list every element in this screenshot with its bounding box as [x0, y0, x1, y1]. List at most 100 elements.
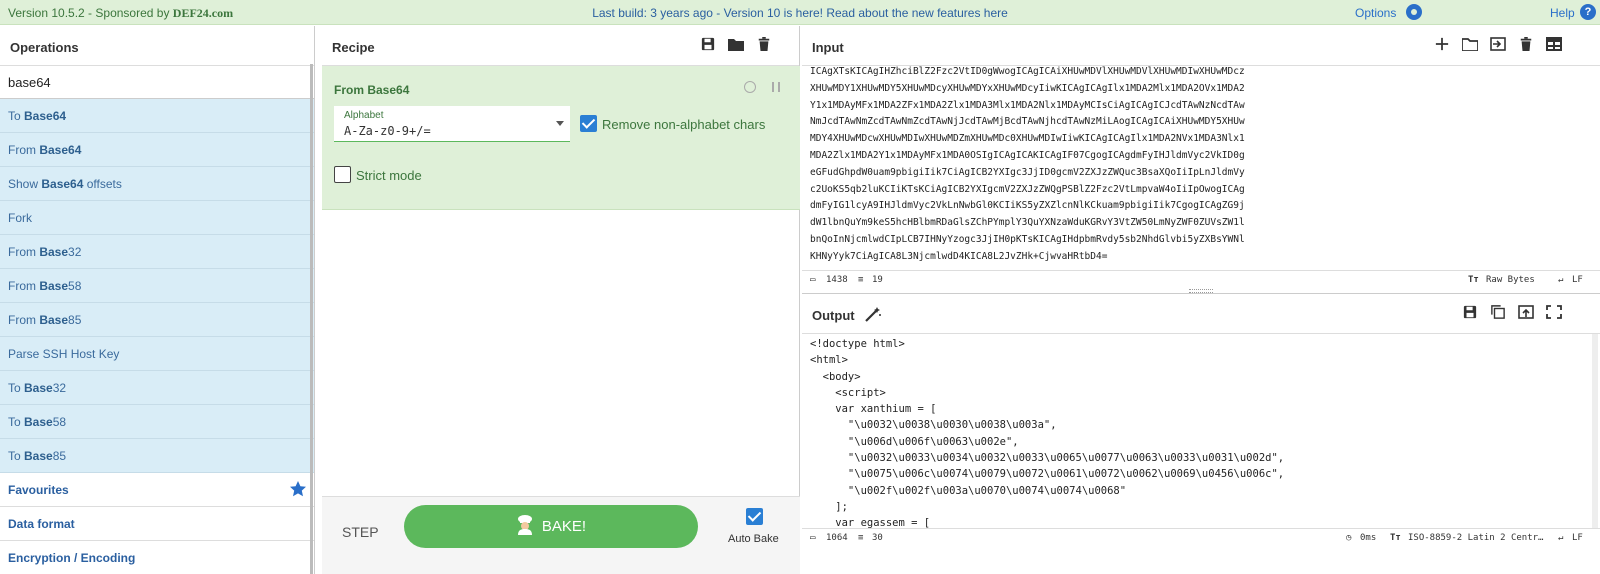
- operation-item[interactable]: From Base32: [0, 235, 314, 269]
- trash-icon[interactable]: [1518, 37, 1534, 51]
- text-format-icon[interactable]: Tт: [1468, 275, 1479, 285]
- operation-item-suffix: 58: [52, 415, 67, 429]
- step-button[interactable]: STEP: [342, 524, 379, 540]
- alphabet-value: A-Za-z0-9+/=: [344, 124, 431, 138]
- input-line-count: 19: [872, 275, 883, 285]
- input-panel: Input ICAgXTsKICAgIHZhciBlZ2Fzc2VtID0gWw…: [802, 26, 1600, 288]
- import-icon[interactable]: [1490, 37, 1506, 51]
- recipe-panel: Recipe From Base64 Alphabet A-Za-z0-9+/=…: [322, 26, 800, 574]
- output-textarea[interactable]: <!doctype html> <html> <body> <script> va…: [810, 336, 1600, 531]
- operation-item-match: Base64: [41, 177, 84, 191]
- line-count-icon: ≡: [858, 275, 864, 285]
- operation-item-match: Base64: [24, 109, 67, 123]
- output-scrollbar[interactable]: [1592, 334, 1598, 534]
- operation-item-suffix: 32: [52, 381, 67, 395]
- star-icon[interactable]: [290, 481, 306, 497]
- layout-icon[interactable]: [1546, 37, 1562, 51]
- input-line: MDY4XHUwMDcwXHUwMDIwXHUwMDZmXHUwMDc0XHUw…: [810, 133, 1245, 145]
- category-label: Favourites: [8, 483, 69, 497]
- input-line: dW1lbnQuYm9keS5hcHBlbmRDaGlsZChPYmplY3Qu…: [810, 217, 1245, 229]
- bake-label: BAKE!: [541, 518, 587, 535]
- operation-item[interactable]: Fork: [0, 201, 314, 235]
- input-line: c2UoKS5qb2luKCIiKTsKCiAgICB2YXIgcmV2ZXJz…: [810, 183, 1245, 195]
- category-encryption-encoding[interactable]: Encryption / Encoding: [0, 541, 314, 574]
- input-line: NmJcdTAwNmZcdTAwNmZcdTAwNjJcdTAwMjBcdTAw…: [810, 116, 1245, 128]
- maximize-icon[interactable]: [1546, 305, 1562, 319]
- operations-results: To Base64 From Base64 Show Base64 offsets F…: [0, 99, 314, 473]
- operation-item[interactable]: To Base32: [0, 371, 314, 405]
- operation-item[interactable]: Show Base64 offsets: [0, 167, 314, 201]
- category-favourites[interactable]: Favourites: [0, 473, 314, 507]
- disable-icon[interactable]: [744, 81, 756, 93]
- operation-item-suffix: 85: [68, 313, 82, 327]
- plus-icon[interactable]: [1434, 37, 1450, 51]
- output-eol[interactable]: LF: [1572, 533, 1583, 543]
- strict-mode-label: Strict mode: [356, 168, 422, 183]
- trash-icon[interactable]: [756, 37, 772, 51]
- operations-panel: Operations base64 To Base64 From Base64 Sh…: [0, 26, 315, 574]
- output-title-label: Output: [812, 308, 855, 323]
- input-textarea[interactable]: ICAgXTsKICAgIHZhciBlZ2Fzc2VtID0gWwogICAg…: [810, 64, 1600, 292]
- operations-scrollbar[interactable]: [310, 64, 313, 574]
- copy-icon[interactable]: [1490, 305, 1506, 319]
- input-line: KHNyYyk7CiAgICA8L3NjcmlwdD4KICA8L2JvZHk+…: [810, 250, 1108, 262]
- return-icon: ↵: [1558, 275, 1564, 285]
- operation-item[interactable]: To Base85: [0, 439, 314, 473]
- output-encoding[interactable]: ISO-8859-2 Latin 2 Centr…: [1408, 533, 1543, 543]
- auto-bake-checkbox[interactable]: [746, 508, 763, 525]
- operation-item-suffix: 58: [68, 279, 82, 293]
- bake-time: 0ms: [1360, 533, 1377, 543]
- clock-icon: ◷: [1346, 533, 1352, 543]
- help-link[interactable]: Help: [1550, 6, 1575, 20]
- operation-item[interactable]: From Base64: [0, 133, 314, 167]
- output-title: Output: [802, 294, 1600, 334]
- replace-input-icon[interactable]: [1518, 305, 1534, 319]
- input-line: MDA2Zlx1MDA2Y1x1MDAyMFx1MDA0OSIgICAgICAK…: [810, 149, 1245, 161]
- operation-item-match: Base: [39, 245, 69, 259]
- input-line: Y1x1MDAyMFx1MDA2ZFx1MDA2Zlx1MDA3Mlx1MDA2…: [810, 99, 1245, 111]
- input-eol[interactable]: LF: [1572, 275, 1583, 285]
- input-line: bnQoInNjcmlwdCIpLCB7IHNyYzogc3JjIH0pKTsK…: [810, 233, 1245, 245]
- gear-icon[interactable]: [1406, 4, 1422, 20]
- remove-nonalpha-checkbox[interactable]: [580, 115, 597, 132]
- operation-item[interactable]: To Base58: [0, 405, 314, 439]
- raw-bytes-button[interactable]: Raw Bytes: [1486, 275, 1535, 285]
- operation-item-label: To: [8, 449, 25, 463]
- chef-icon: [517, 515, 532, 536]
- input-char-count: 1438: [826, 275, 848, 285]
- options-link[interactable]: Options: [1355, 6, 1396, 20]
- output-line: "\u0075\u006c\u0074\u0079\u0072\u0061\u0…: [810, 468, 1285, 481]
- recipe-title-label: Recipe: [332, 40, 375, 55]
- bake-button[interactable]: BAKE!: [404, 505, 698, 548]
- operation-item-label: To: [8, 381, 25, 395]
- save-icon[interactable]: [700, 37, 716, 51]
- remove-nonalpha-label: Remove non-alphabet chars: [602, 117, 766, 132]
- line-count-icon: ≡: [858, 533, 864, 543]
- folder-icon[interactable]: [728, 37, 744, 51]
- operations-search-input[interactable]: base64: [0, 66, 314, 99]
- input-line: ICAgXTsKICAgIHZhciBlZ2Fzc2VtID0gWwogICAg…: [810, 66, 1245, 77]
- output-line: "\u006d\u006f\u0063\u002e",: [810, 435, 1019, 448]
- operation-item[interactable]: From Base58: [0, 269, 314, 303]
- alphabet-select[interactable]: Alphabet A-Za-z0-9+/=: [334, 106, 570, 142]
- text-format-icon[interactable]: Tт: [1390, 533, 1401, 543]
- category-data-format[interactable]: Data format: [0, 507, 314, 541]
- magic-wand-icon[interactable]: [864, 306, 882, 322]
- operation-item[interactable]: From Base85: [0, 303, 314, 337]
- return-icon: ↵: [1558, 533, 1564, 543]
- folder-icon[interactable]: [1462, 37, 1478, 51]
- input-title: Input: [802, 26, 1600, 66]
- from-base64-operation[interactable]: From Base64 Alphabet A-Za-z0-9+/= Remove…: [322, 66, 800, 210]
- operation-item-label: From: [8, 143, 40, 157]
- output-line: <!doctype html>: [810, 338, 905, 350]
- help-icon[interactable]: ?: [1580, 4, 1596, 20]
- save-icon[interactable]: [1462, 305, 1478, 319]
- strict-mode-checkbox[interactable]: [334, 166, 351, 183]
- operation-item[interactable]: To Base64: [0, 99, 314, 133]
- output-line: <html>: [810, 354, 848, 367]
- operation-item-match: Base64: [39, 143, 82, 157]
- operation-item-suffix: offsets: [83, 177, 122, 191]
- char-count-icon: ▭: [810, 275, 816, 285]
- pause-icon[interactable]: [772, 82, 780, 92]
- operation-item[interactable]: Parse SSH Host Key: [0, 337, 314, 371]
